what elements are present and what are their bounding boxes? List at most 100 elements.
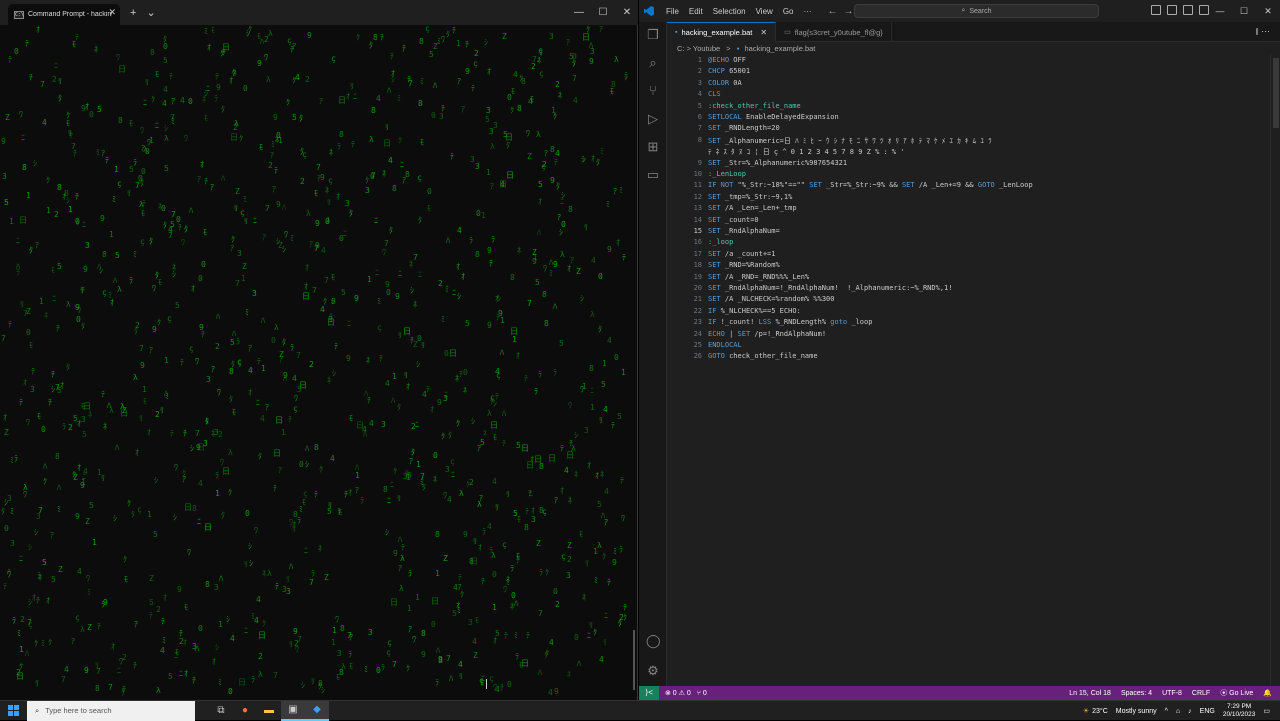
code-line[interactable]: :_LenLoop: [708, 170, 746, 178]
forward-arrow-icon[interactable]: →: [843, 6, 853, 17]
code-line[interactable]: IF %_NLCHECK%==5 ECHO:: [708, 307, 801, 315]
code-line[interactable]: CHCP 65001: [708, 67, 750, 75]
code-editor[interactable]: 1 @ECHO OFF 2 CHCP 65001 3 COLOR 0A 4 CLS 5:chec…: [667, 54, 1267, 686]
chevron-down-icon[interactable]: ⌄: [146, 6, 155, 19]
breadcrumb-path[interactable]: C: > Youtube: [677, 44, 720, 53]
minimize-button[interactable]: —: [1208, 6, 1232, 16]
breadcrumb[interactable]: C: > Youtube > ▪ hacking_example.bat: [677, 44, 815, 53]
matrix-glyph: 3: [566, 571, 571, 580]
file-explorer-icon[interactable]: ▬: [257, 701, 281, 721]
account-icon[interactable]: ◯: [646, 634, 661, 648]
code-line[interactable]: ENDLOCAL: [708, 341, 742, 349]
cursor-position[interactable]: Ln 15, Col 18: [1069, 690, 1111, 697]
code-line-wrap[interactable]: ﾃ ﾈ ｽ ﾀ ﾇ ｺ ¦ 日 ç ^ 0 1 2 3 4 5 7 8 9 Z …: [708, 147, 905, 157]
code-line[interactable]: SET _RND=%Random%: [708, 261, 780, 269]
tab-hacking-example[interactable]: ▪ hacking_example.bat ✕: [667, 22, 777, 42]
matrix-glyph: ﾀ: [66, 363, 70, 372]
code-line[interactable]: SET /A _NLCHECK=%random% %%300: [708, 295, 834, 303]
code-line[interactable]: SET _RNDLength=20: [708, 124, 780, 132]
taskbar-search-input[interactable]: ⌕ Type here to search: [27, 700, 195, 721]
command-prompt-window[interactable]: C:\ Command Prompt - hacking_e ✕ + ⌄ — ☐…: [0, 0, 638, 700]
code-line[interactable]: GOTO check_other_file_name: [708, 352, 818, 360]
toggle-sidebar-icon[interactable]: [1151, 5, 1161, 15]
code-line[interactable]: ECHO | SET /p=!_RndAlphaNum!: [708, 330, 826, 338]
go-live-button[interactable]: ⦿ Go Live: [1220, 688, 1253, 698]
toggle-panel-icon[interactable]: [1167, 5, 1177, 15]
menu-more[interactable]: ···: [803, 7, 811, 16]
menu-go[interactable]: Go: [783, 7, 794, 16]
code-line[interactable]: SET _tmp=%_Str:~9,1%: [708, 193, 792, 201]
minimize-button[interactable]: —: [567, 7, 591, 18]
code-line[interactable]: SETLOCAL EnableDelayedExpansion: [708, 113, 839, 121]
remote-explorer-icon[interactable]: ▭: [646, 168, 660, 182]
close-icon[interactable]: ✕: [760, 28, 767, 37]
clock[interactable]: 7:29 PM 20/10/2023: [1223, 703, 1256, 719]
tray-overflow-icon[interactable]: ^: [1165, 708, 1168, 715]
menu-view[interactable]: View: [756, 7, 773, 16]
weather-desc[interactable]: Mostly sunny: [1116, 708, 1157, 715]
maximize-button[interactable]: ☐: [1232, 6, 1256, 17]
menu-edit[interactable]: Edit: [689, 7, 703, 16]
code-line[interactable]: :_loop: [708, 238, 733, 246]
explorer-icon[interactable]: ❐: [646, 28, 660, 42]
tab-flag[interactable]: ▭ flag{s3cret_y0utube_fl@g}: [776, 22, 892, 42]
weather-temp[interactable]: 23°C: [1092, 708, 1108, 715]
close-button[interactable]: ✕: [615, 7, 639, 18]
maximize-button[interactable]: ☐: [591, 7, 615, 18]
close-icon[interactable]: ✕: [108, 7, 116, 18]
indentation[interactable]: Spaces: 4: [1121, 690, 1152, 697]
close-button[interactable]: ✕: [1256, 6, 1280, 17]
toggle-secondary-sidebar-icon[interactable]: [1183, 5, 1193, 15]
matrix-glyph: ｱ: [566, 38, 570, 47]
code-line[interactable]: :check_other_file_name: [708, 102, 801, 110]
search-icon[interactable]: ⌕: [646, 56, 660, 70]
code-line[interactable]: SET _RndAlphaNum=: [708, 227, 780, 235]
command-search-input[interactable]: ⌕ Search: [854, 4, 1099, 18]
code-line[interactable]: IF NOT "%_Str:~18%"=="" SET _Str=%_Str:~…: [708, 181, 1033, 189]
language-indicator[interactable]: ENG: [1200, 708, 1215, 715]
encoding[interactable]: UTF-8: [1162, 690, 1182, 697]
remote-indicator-icon[interactable]: ⟩<: [639, 686, 659, 700]
menu-file[interactable]: File: [666, 7, 679, 16]
code-line[interactable]: SET _count=0: [708, 216, 759, 224]
weather-icon[interactable]: ☀: [1083, 707, 1089, 715]
network-icon[interactable]: ⌂: [1176, 708, 1180, 715]
code-line[interactable]: SET _Str=%_Alphanumeric%987654321: [708, 159, 847, 167]
bell-icon[interactable]: 🔔: [1263, 689, 1272, 697]
menu-selection[interactable]: Selection: [713, 7, 746, 16]
task-view-icon[interactable]: ⧉: [209, 701, 233, 721]
code-line[interactable]: CLS: [708, 90, 721, 98]
code-line[interactable]: SET /A _RND=_RND%%%_Len%: [708, 273, 809, 281]
windows-start-icon[interactable]: [8, 705, 19, 716]
notification-icon[interactable]: ▭: [1263, 707, 1270, 715]
code-line[interactable]: SET _Alphanumeric=日 ﾊ ﾐ ﾋ ｰ ｳ ｼ ﾅ ﾓ ﾆ ｻ …: [708, 136, 992, 146]
matrix-glyph: ﾓ: [184, 603, 188, 612]
run-debug-icon[interactable]: ▷: [646, 112, 660, 126]
code-line[interactable]: IF !_count! LSS %_RNDLength% goto _loop: [708, 318, 872, 326]
code-line[interactable]: SET /A _Len=_Len+_tmp: [708, 204, 797, 212]
code-line[interactable]: SET /a _count+=1: [708, 250, 775, 258]
ports-count[interactable]: ⑂ 0: [697, 690, 707, 697]
cmd-titlebar[interactable]: C:\ Command Prompt - hacking_e ✕ + ⌄ — ☐…: [0, 0, 638, 25]
split-editor-button[interactable]: ⫾ ···: [1256, 26, 1270, 37]
vscode-window[interactable]: File Edit Selection View Go ··· ← → ⌕ Se…: [639, 0, 1280, 700]
scrollbar[interactable]: [633, 630, 635, 690]
line-ending[interactable]: CRLF: [1192, 690, 1210, 697]
terminal-app-icon[interactable]: ▣: [281, 700, 305, 721]
vscode-app-icon[interactable]: ◆: [305, 700, 329, 721]
firefox-icon[interactable]: ●: [233, 701, 257, 721]
back-arrow-icon[interactable]: ←: [827, 6, 837, 17]
new-tab-button[interactable]: +: [130, 7, 136, 19]
scrollbar-thumb[interactable]: [1273, 58, 1279, 128]
problems-count[interactable]: ⊗ 0 ⚠ 0: [665, 689, 691, 697]
scrollbar[interactable]: [1270, 54, 1280, 686]
breadcrumb-file[interactable]: hacking_example.bat: [745, 44, 816, 53]
code-line[interactable]: @ECHO OFF: [708, 56, 746, 64]
code-line[interactable]: SET _RndAlphaNum=!_RndAlphaNum! !_Alphan…: [708, 284, 952, 292]
source-control-icon[interactable]: ⑂: [646, 84, 660, 98]
code-line[interactable]: COLOR 0A: [708, 79, 742, 87]
volume-icon[interactable]: ♪: [1188, 708, 1192, 715]
extensions-icon[interactable]: ⊞: [646, 140, 660, 154]
gear-icon[interactable]: ⚙: [646, 664, 660, 678]
cmd-tab[interactable]: C:\ Command Prompt - hacking_e ✕: [8, 4, 120, 25]
